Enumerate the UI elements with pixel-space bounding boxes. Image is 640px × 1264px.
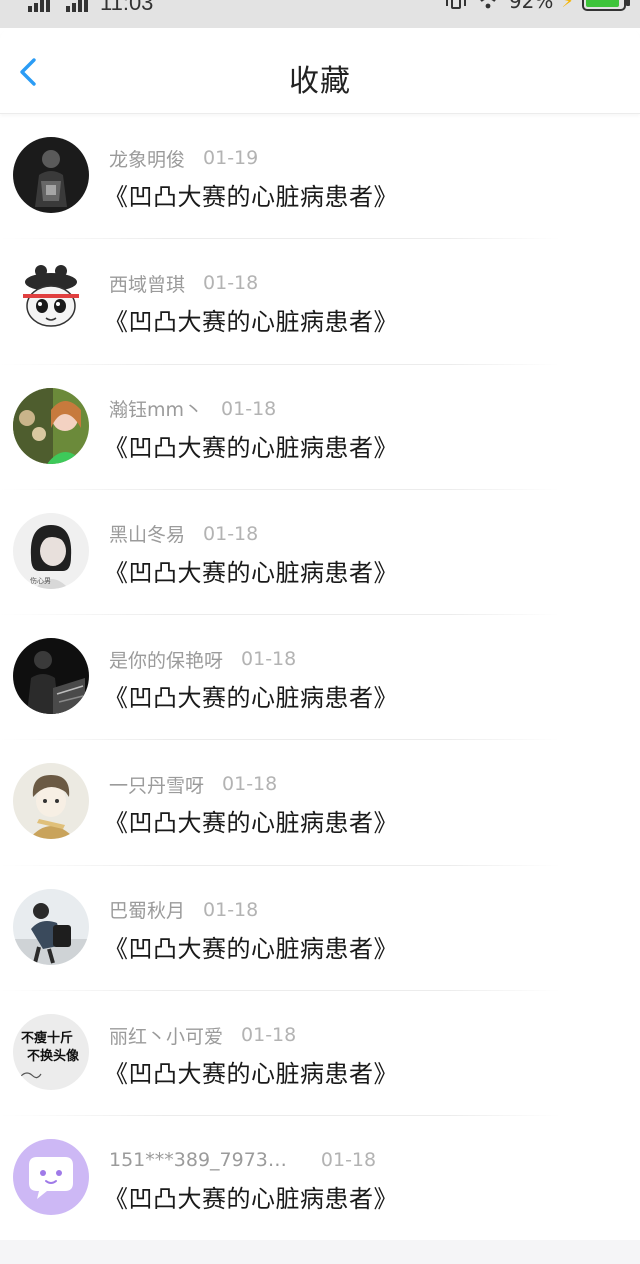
user-name[interactable]: 151***389_7973… [109, 1149, 287, 1171]
list-item[interactable]: 西域曾琪 01-18 《凹凸大赛的心脏病患者》 [0, 239, 640, 365]
list-item[interactable]: 龙象明俊 01-19 《凹凸大赛的心脏病患者》 [0, 114, 640, 240]
list-item[interactable]: 151***389_7973… 01-18 《凹凸大赛的心脏病患者》 [0, 1116, 640, 1242]
bolt-icon: ⚡ [561, 0, 574, 12]
avatar[interactable] [13, 888, 89, 965]
item-date: 01-18 [241, 1024, 297, 1047]
signal-icon [28, 0, 50, 12]
item-meta: 瀚钰mm丶 01-18 [109, 396, 276, 422]
chat-bubble-icon [13, 1139, 89, 1216]
user-name[interactable]: 巴蜀秋月 [109, 896, 185, 923]
item-meta: 黑山冬易 01-18 [109, 521, 258, 547]
status-bar: 11:03 92% ⚡ [0, 0, 640, 28]
avatar[interactable] [13, 137, 89, 213]
list-item[interactable]: 是你的保艳呀 01-18 《凹凸大赛的心脏病患者》 [0, 615, 640, 741]
item-meta: 巴蜀秋月 01-18 [109, 897, 258, 923]
item-title[interactable]: 《凹凸大赛的心脏病患者》 [104, 803, 398, 838]
item-title[interactable]: 《凹凸大赛的心脏病患者》 [104, 302, 398, 337]
item-meta: 一只丹雪呀 01-18 [109, 771, 277, 797]
avatar-image [13, 763, 89, 840]
item-meta: 丽红丶小可爱 01-18 [109, 1022, 296, 1048]
item-date: 01-18 [320, 1149, 377, 1172]
favorites-list: 龙象明俊 01-19 《凹凸大赛的心脏病患者》 西域曾琪 01-18 《凹凸大赛… [0, 114, 640, 1242]
item-title[interactable]: 《凹凸大赛的心脏病患者》 [104, 177, 398, 212]
item-title[interactable]: 《凹凸大赛的心脏病患者》 [104, 929, 398, 964]
item-title[interactable]: 《凹凸大赛的心脏病患者》 [104, 1054, 398, 1089]
user-name[interactable]: 丽红丶小可爱 [109, 1022, 223, 1049]
item-date: 01-18 [241, 648, 297, 671]
wifi-icon [480, 0, 496, 9]
list-item[interactable]: 不瘦十斤 不换头像 丽红丶小可爱 01-18 《凹凸大赛的心脏病患者》 [0, 991, 640, 1117]
avatar[interactable] [13, 763, 89, 840]
avatar[interactable] [13, 638, 89, 715]
list-item[interactable]: 巴蜀秋月 01-18 《凹凸大赛的心脏病患者》 [0, 866, 640, 992]
avatar-image [13, 387, 89, 464]
list-item[interactable]: 瀚钰mm丶 01-18 《凹凸大赛的心脏病患者》 [0, 365, 640, 490]
list-item[interactable]: 一只丹雪呀 01-18 《凹凸大赛的心脏病患者》 [0, 740, 640, 866]
nav-bar: 收藏 [0, 28, 640, 114]
avatar-image [13, 137, 89, 213]
avatar-text-line2: 不换头像 [27, 1048, 80, 1064]
item-date: 01-18 [203, 898, 259, 921]
avatar-text-line1: 不瘦十斤 [21, 1030, 73, 1046]
avatar-image [13, 262, 89, 339]
item-meta: 西域曾琪 01-18 [109, 270, 258, 296]
item-meta: 151***389_7973… 01-18 [109, 1147, 376, 1173]
item-meta: 是你的保艳呀 01-18 [109, 646, 296, 672]
avatar[interactable]: 不瘦十斤 不换头像 [13, 1014, 89, 1091]
page-title: 收藏 [289, 64, 351, 99]
item-title[interactable]: 《凹凸大赛的心脏病患者》 [104, 678, 398, 713]
battery-percent: 92% [508, 0, 554, 13]
avatar-image: 不瘦十斤 不换头像 [13, 1014, 89, 1091]
battery-level-fill [586, 0, 620, 7]
user-name[interactable]: 一只丹雪呀 [109, 771, 204, 798]
user-name[interactable]: 瀚钰mm丶 [109, 395, 203, 422]
avatar[interactable]: 伤心男 [13, 512, 89, 589]
item-title[interactable]: 《凹凸大赛的心脏病患者》 [104, 428, 398, 463]
avatar[interactable] [13, 1139, 89, 1216]
item-date: 01-18 [222, 773, 278, 796]
list-item[interactable]: 伤心男 黑山冬易 01-18 《凹凸大赛的心脏病患者》 [0, 490, 640, 616]
user-name[interactable]: 黑山冬易 [109, 520, 185, 547]
battery-icon [582, 0, 630, 11]
status-indicators: 92% ⚡ [445, 0, 630, 13]
item-date: 01-18 [221, 397, 277, 420]
bottom-strip [0, 1240, 640, 1264]
item-date: 01-19 [203, 147, 259, 169]
item-title[interactable]: 《凹凸大赛的心脏病患者》 [104, 1179, 398, 1214]
item-meta: 龙象明俊 01-19 [109, 145, 258, 171]
signal-icon [66, 0, 88, 12]
avatar-image [13, 888, 89, 965]
avatar[interactable] [13, 262, 89, 339]
user-name[interactable]: 是你的保艳呀 [109, 646, 223, 673]
avatar-image: 伤心男 [13, 512, 89, 589]
status-time: 11:03 [100, 0, 154, 15]
item-date: 01-18 [203, 522, 259, 545]
avatar[interactable] [13, 387, 89, 464]
item-date: 01-18 [203, 272, 259, 295]
item-title[interactable]: 《凹凸大赛的心脏病患者》 [104, 553, 398, 588]
avatar-image [13, 638, 89, 715]
avatar-caption: 伤心男 [30, 576, 51, 585]
vibrate-icon [445, 0, 467, 9]
user-name[interactable]: 龙象明俊 [109, 145, 185, 172]
user-name[interactable]: 西域曾琪 [109, 270, 185, 297]
